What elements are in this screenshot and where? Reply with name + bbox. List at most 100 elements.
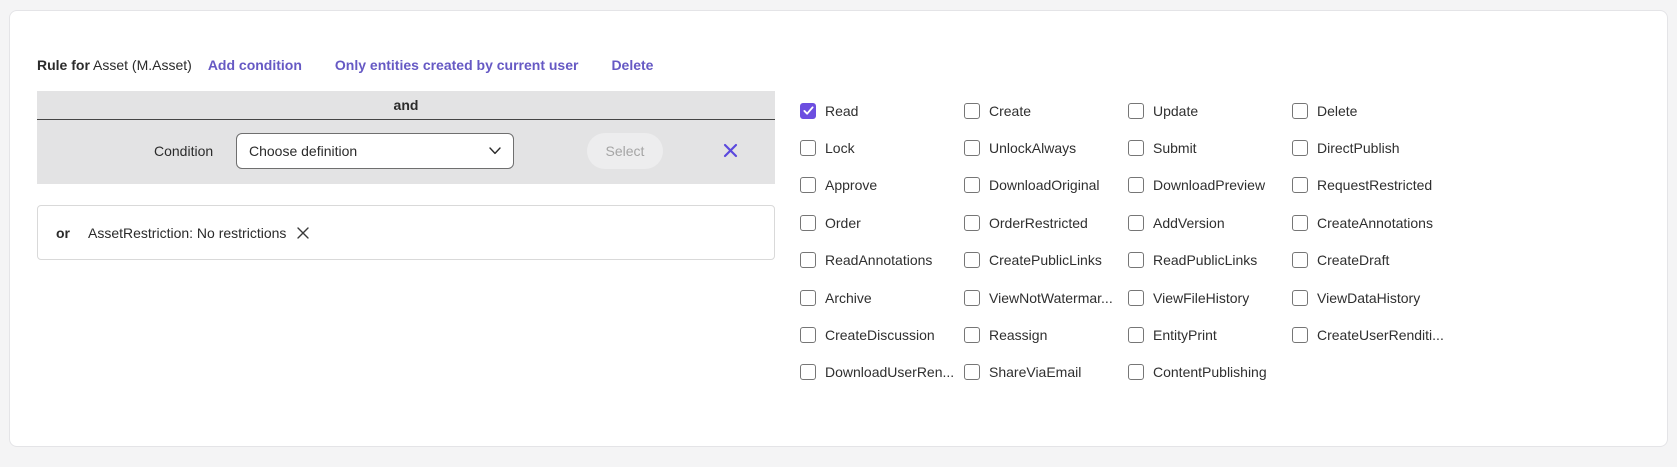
permission-label: ViewNotWatermar...	[989, 290, 1113, 306]
permission-label: ContentPublishing	[1153, 364, 1267, 380]
checkbox-unchecked-icon[interactable]	[964, 103, 980, 119]
delete-rule-link[interactable]: Delete	[611, 57, 653, 73]
permission-contentpublishing[interactable]: ContentPublishing	[1128, 354, 1292, 391]
permission-label: ReadAnnotations	[825, 252, 932, 268]
permission-create[interactable]: Create	[964, 92, 1128, 129]
only-entities-created-by-current-user-link[interactable]: Only entities created by current user	[335, 57, 579, 73]
checkbox-unchecked-icon[interactable]	[800, 252, 816, 268]
permission-requestrestricted[interactable]: RequestRestricted	[1292, 167, 1456, 204]
permission-createdraft[interactable]: CreateDraft	[1292, 242, 1456, 279]
permission-directpublish[interactable]: DirectPublish	[1292, 129, 1456, 166]
checkbox-unchecked-icon[interactable]	[1292, 140, 1308, 156]
permission-readpubliclinks[interactable]: ReadPublicLinks	[1128, 242, 1292, 279]
group-operator-or: or	[56, 225, 70, 241]
permission-downloadoriginal[interactable]: DownloadOriginal	[964, 167, 1128, 204]
checkbox-unchecked-icon[interactable]	[1128, 215, 1144, 231]
permission-reassign[interactable]: Reassign	[964, 316, 1128, 353]
permission-downloadpreview[interactable]: DownloadPreview	[1128, 167, 1292, 204]
checkbox-unchecked-icon[interactable]	[800, 327, 816, 343]
add-condition-link[interactable]: Add condition	[208, 57, 302, 73]
permission-label: AddVersion	[1153, 215, 1225, 231]
permission-viewfilehistory[interactable]: ViewFileHistory	[1128, 279, 1292, 316]
permission-label: DownloadUserRen...	[825, 364, 954, 380]
permission-readannotations[interactable]: ReadAnnotations	[800, 242, 964, 279]
checkbox-unchecked-icon[interactable]	[1128, 327, 1144, 343]
permission-archive[interactable]: Archive	[800, 279, 964, 316]
select-button[interactable]: Select	[587, 133, 663, 169]
close-condition-icon[interactable]	[712, 132, 748, 168]
checkbox-unchecked-icon[interactable]	[800, 140, 816, 156]
definition-dropdown-value: Choose definition	[249, 143, 357, 159]
checkbox-unchecked-icon[interactable]	[1292, 290, 1308, 306]
checkbox-unchecked-icon[interactable]	[964, 290, 980, 306]
permission-label: Read	[825, 103, 858, 119]
checkbox-unchecked-icon[interactable]	[800, 364, 816, 380]
checkbox-unchecked-icon[interactable]	[800, 177, 816, 193]
permission-label: CreateUserRenditi...	[1317, 327, 1444, 343]
permission-entityprint[interactable]: EntityPrint	[1128, 316, 1292, 353]
permission-label: Order	[825, 215, 861, 231]
checkbox-unchecked-icon[interactable]	[800, 290, 816, 306]
checkbox-unchecked-icon[interactable]	[964, 177, 980, 193]
permission-update[interactable]: Update	[1128, 92, 1292, 129]
permissions-grid: Read CreateUpdateDelete Lock UnlockAlways Su…	[800, 92, 1456, 391]
permission-addversion[interactable]: AddVersion	[1128, 204, 1292, 241]
permission-delete[interactable]: Delete	[1292, 92, 1456, 129]
checkbox-checked-icon[interactable]	[800, 103, 816, 119]
permission-createuserrenditi[interactable]: CreateUserRenditi...	[1292, 316, 1456, 353]
permission-createpubliclinks[interactable]: CreatePublicLinks	[964, 242, 1128, 279]
checkbox-unchecked-icon[interactable]	[1292, 327, 1308, 343]
chevron-down-icon	[489, 147, 501, 155]
checkbox-unchecked-icon[interactable]	[964, 252, 980, 268]
permission-label: DirectPublish	[1317, 140, 1399, 156]
permission-viewdatahistory[interactable]: ViewDataHistory	[1292, 279, 1456, 316]
permission-label: UnlockAlways	[989, 140, 1076, 156]
checkbox-unchecked-icon[interactable]	[1128, 177, 1144, 193]
checkbox-unchecked-icon[interactable]	[1292, 215, 1308, 231]
remove-restriction-icon[interactable]	[296, 226, 310, 240]
rule-header: Rule for Asset (M.Asset) Add condition O…	[37, 57, 686, 73]
permission-label: CreatePublicLinks	[989, 252, 1102, 268]
rule-target: Asset (M.Asset)	[93, 57, 192, 73]
permission-label: DownloadOriginal	[989, 177, 1100, 193]
checkbox-unchecked-icon[interactable]	[964, 140, 980, 156]
permission-order[interactable]: Order	[800, 204, 964, 241]
rule-title: Rule for Asset (M.Asset)	[37, 57, 192, 73]
permission-label: Approve	[825, 177, 877, 193]
checkbox-unchecked-icon[interactable]	[1128, 140, 1144, 156]
checkbox-unchecked-icon[interactable]	[1128, 290, 1144, 306]
checkbox-unchecked-icon[interactable]	[1292, 103, 1308, 119]
checkbox-unchecked-icon[interactable]	[800, 215, 816, 231]
rule-card: Rule for Asset (M.Asset) Add condition O…	[9, 10, 1668, 447]
checkbox-unchecked-icon[interactable]	[1292, 252, 1308, 268]
permission-label: Archive	[825, 290, 872, 306]
permission-submit[interactable]: Submit	[1128, 129, 1292, 166]
permission-createannotations[interactable]: CreateAnnotations	[1292, 204, 1456, 241]
permission-unlockalways[interactable]: UnlockAlways	[964, 129, 1128, 166]
permission-label: ShareViaEmail	[989, 364, 1081, 380]
permission-label: ViewFileHistory	[1153, 290, 1249, 306]
checkbox-unchecked-icon[interactable]	[1128, 103, 1144, 119]
permission-shareviaemail[interactable]: ShareViaEmail	[964, 354, 1128, 391]
checkbox-unchecked-icon[interactable]	[964, 215, 980, 231]
permission-lock[interactable]: Lock	[800, 129, 964, 166]
checkbox-unchecked-icon[interactable]	[1128, 364, 1144, 380]
permission-label: CreateDraft	[1317, 252, 1389, 268]
permission-creatediscussion[interactable]: CreateDiscussion	[800, 316, 964, 353]
permission-approve[interactable]: Approve	[800, 167, 964, 204]
checkbox-unchecked-icon[interactable]	[1292, 177, 1308, 193]
permission-downloaduserren[interactable]: DownloadUserRen...	[800, 354, 964, 391]
checkbox-unchecked-icon[interactable]	[1128, 252, 1144, 268]
definition-dropdown[interactable]: Choose definition	[236, 133, 514, 169]
checkbox-unchecked-icon[interactable]	[964, 327, 980, 343]
checkbox-unchecked-icon[interactable]	[964, 364, 980, 380]
permission-orderrestricted[interactable]: OrderRestricted	[964, 204, 1128, 241]
permission-label: DownloadPreview	[1153, 177, 1265, 193]
permission-label: ReadPublicLinks	[1153, 252, 1257, 268]
rule-for-label: Rule for	[37, 57, 90, 73]
permission-viewnotwatermar[interactable]: ViewNotWatermar...	[964, 279, 1128, 316]
restriction-text: AssetRestriction: No restrictions	[88, 225, 286, 241]
permission-label: Reassign	[989, 327, 1047, 343]
condition-label: Condition	[154, 143, 213, 159]
permission-read[interactable]: Read	[800, 92, 964, 129]
